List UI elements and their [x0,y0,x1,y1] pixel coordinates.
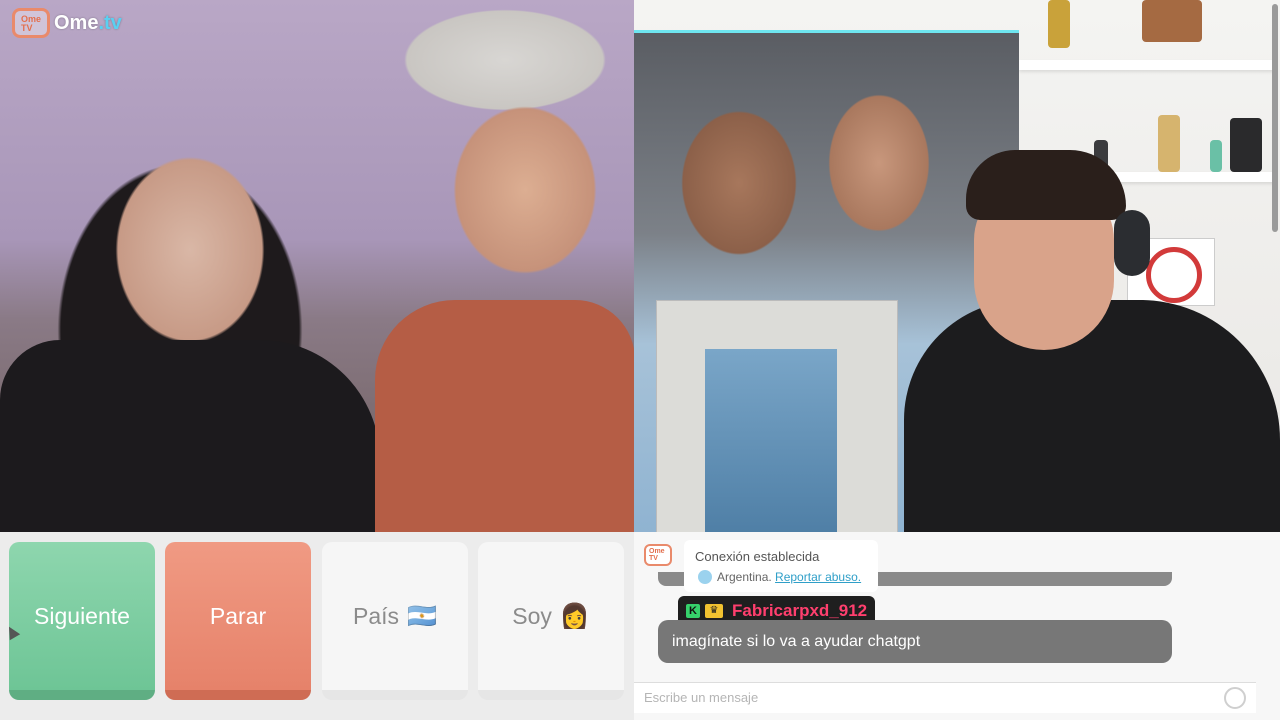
baby-photo-frame [656,300,898,532]
message-input[interactable]: Escribe un mensaje [634,682,1256,713]
ometv-logo: Ome TV Ome.tv [12,8,122,38]
emoji-icon[interactable] [1224,687,1246,709]
chat-panel: Ome TV Conexión establecida Argentina. R… [634,532,1280,720]
country-label: País [353,602,400,629]
woman-icon: 👩 [559,602,590,630]
gender-label: Soy [512,602,552,629]
control-panel: Siguiente Parar País 🇦🇷 Soy 👩 [0,532,634,720]
kick-icon: K [686,604,700,618]
shelf [1019,60,1274,70]
country-button[interactable]: País 🇦🇷 [322,542,468,700]
next-label: Siguiente [34,602,130,629]
person-left [0,340,380,532]
logo-text: Ome.tv [54,11,122,34]
next-button[interactable]: Siguiente [9,542,155,700]
partner-video: Ome TV Ome.tv [0,0,634,532]
ometv-small-icon: Ome TV [644,544,672,566]
tv-icon: Ome TV [12,8,50,38]
system-message: Conexión establecida Argentina. Reportar… [684,540,878,592]
self-video [634,0,1280,532]
frame-shelf [1142,0,1202,42]
streamer [904,150,1280,532]
country-flag-icon [698,570,712,584]
stop-button[interactable]: Parar [165,542,311,700]
argentina-flag-icon: 🇦🇷 [407,602,437,630]
crown-icon: ♛ [705,604,723,618]
chat-message: imagínate si lo va a ayudar chatgpt [658,620,1172,663]
stop-label: Parar [209,602,267,629]
username: Fabricarpxd_912 [732,601,868,620]
page-scrollbar[interactable] [1272,4,1278,232]
person-right [375,300,634,532]
country-line: Argentina. Reportar abuso. [717,570,862,584]
message-placeholder: Escribe un mensaje [644,690,759,705]
gender-button[interactable]: Soy 👩 [478,542,624,700]
connection-status: Conexión establecida [695,549,820,564]
trophy [1048,0,1070,48]
headset-icon [1114,210,1150,276]
report-abuse-link[interactable]: Reportar abuso. [775,570,861,584]
